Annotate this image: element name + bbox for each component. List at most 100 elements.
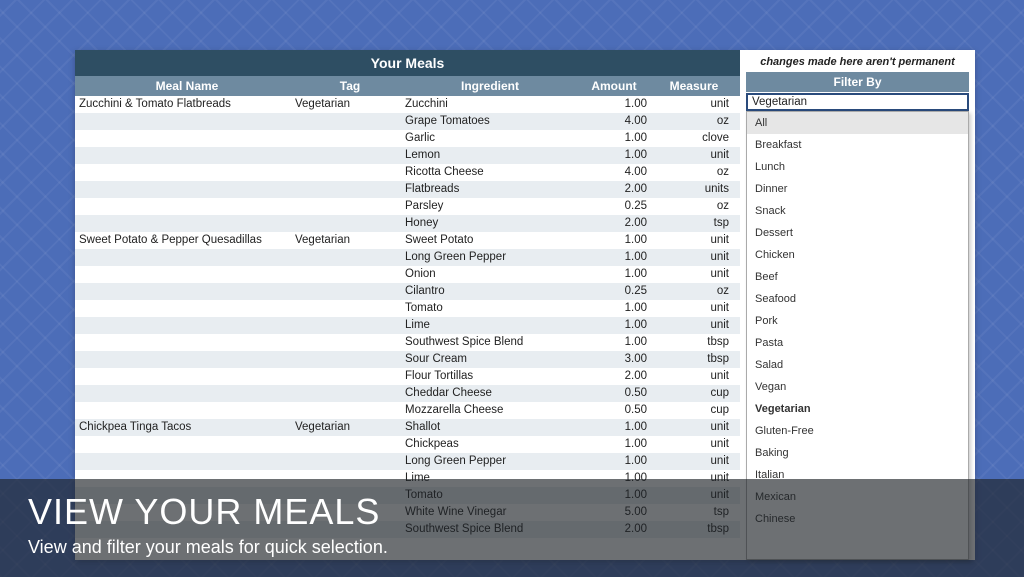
filter-option[interactable]: Dinner <box>747 178 968 200</box>
cell-measure[interactable]: cup <box>653 385 735 402</box>
cell-ingredient[interactable]: Shallot <box>405 419 575 436</box>
table-row[interactable]: Garlic1.00clove <box>75 130 740 147</box>
cell-amount[interactable]: 1.00 <box>575 334 653 351</box>
filter-option[interactable]: Dessert <box>747 222 968 244</box>
cell-ingredient[interactable]: Garlic <box>405 130 575 147</box>
cell-meal[interactable] <box>75 147 295 164</box>
table-row[interactable]: Ricotta Cheese4.00oz <box>75 164 740 181</box>
cell-measure[interactable]: oz <box>653 283 735 300</box>
cell-amount[interactable]: 1.00 <box>575 130 653 147</box>
cell-measure[interactable]: tbsp <box>653 334 735 351</box>
cell-tag[interactable] <box>295 198 405 215</box>
cell-amount[interactable]: 1.00 <box>575 232 653 249</box>
cell-tag[interactable] <box>295 453 405 470</box>
cell-amount[interactable]: 1.00 <box>575 147 653 164</box>
cell-tag[interactable] <box>295 181 405 198</box>
table-row[interactable]: Flatbreads2.00units <box>75 181 740 198</box>
cell-tag[interactable] <box>295 113 405 130</box>
cell-measure[interactable]: oz <box>653 164 735 181</box>
cell-ingredient[interactable]: Tomato <box>405 300 575 317</box>
cell-measure[interactable]: unit <box>653 317 735 334</box>
cell-meal[interactable] <box>75 351 295 368</box>
table-row[interactable]: Chickpeas1.00unit <box>75 436 740 453</box>
cell-meal[interactable] <box>75 453 295 470</box>
cell-tag[interactable]: Vegetarian <box>295 419 405 436</box>
cell-ingredient[interactable]: Lime <box>405 317 575 334</box>
cell-amount[interactable]: 2.00 <box>575 181 653 198</box>
table-row[interactable]: Sour Cream3.00tbsp <box>75 351 740 368</box>
cell-tag[interactable] <box>295 147 405 164</box>
table-row[interactable]: Flour Tortillas2.00unit <box>75 368 740 385</box>
cell-meal[interactable] <box>75 385 295 402</box>
cell-amount[interactable]: 1.00 <box>575 436 653 453</box>
cell-meal[interactable] <box>75 283 295 300</box>
cell-meal[interactable] <box>75 334 295 351</box>
filter-selected-cell[interactable]: Vegetarian <box>746 93 969 111</box>
cell-ingredient[interactable]: Long Green Pepper <box>405 453 575 470</box>
cell-amount[interactable]: 0.25 <box>575 283 653 300</box>
cell-amount[interactable]: 1.00 <box>575 96 653 113</box>
filter-option[interactable]: Pork <box>747 310 968 332</box>
table-row[interactable]: Honey2.00tsp <box>75 215 740 232</box>
cell-amount[interactable]: 0.50 <box>575 385 653 402</box>
cell-tag[interactable] <box>295 164 405 181</box>
table-row[interactable]: Grape Tomatoes4.00oz <box>75 113 740 130</box>
cell-meal[interactable] <box>75 198 295 215</box>
cell-amount[interactable]: 0.50 <box>575 402 653 419</box>
cell-measure[interactable]: unit <box>653 232 735 249</box>
cell-measure[interactable]: oz <box>653 113 735 130</box>
cell-tag[interactable] <box>295 300 405 317</box>
table-row[interactable]: Sweet Potato & Pepper QuesadillasVegetar… <box>75 232 740 249</box>
cell-ingredient[interactable]: Ricotta Cheese <box>405 164 575 181</box>
filter-option[interactable]: Vegan <box>747 376 968 398</box>
cell-measure[interactable]: cup <box>653 402 735 419</box>
cell-amount[interactable]: 2.00 <box>575 368 653 385</box>
table-row[interactable]: Parsley0.25oz <box>75 198 740 215</box>
cell-amount[interactable]: 1.00 <box>575 453 653 470</box>
cell-ingredient[interactable]: Cheddar Cheese <box>405 385 575 402</box>
cell-tag[interactable] <box>295 436 405 453</box>
cell-tag[interactable] <box>295 283 405 300</box>
table-row[interactable]: Mozzarella Cheese0.50cup <box>75 402 740 419</box>
cell-measure[interactable]: units <box>653 181 735 198</box>
cell-meal[interactable] <box>75 164 295 181</box>
table-row[interactable]: Cilantro0.25oz <box>75 283 740 300</box>
cell-measure[interactable]: tbsp <box>653 351 735 368</box>
cell-measure[interactable]: unit <box>653 368 735 385</box>
cell-meal[interactable] <box>75 317 295 334</box>
cell-ingredient[interactable]: Sweet Potato <box>405 232 575 249</box>
cell-measure[interactable]: oz <box>653 198 735 215</box>
filter-option[interactable]: All <box>747 112 968 134</box>
cell-amount[interactable]: 0.25 <box>575 198 653 215</box>
cell-tag[interactable] <box>295 130 405 147</box>
cell-tag[interactable] <box>295 266 405 283</box>
cell-tag[interactable] <box>295 385 405 402</box>
cell-ingredient[interactable]: Grape Tomatoes <box>405 113 575 130</box>
cell-meal[interactable] <box>75 300 295 317</box>
cell-meal[interactable] <box>75 436 295 453</box>
cell-ingredient[interactable]: Lemon <box>405 147 575 164</box>
cell-tag[interactable]: Vegetarian <box>295 96 405 113</box>
filter-option[interactable]: Baking <box>747 442 968 464</box>
cell-meal[interactable] <box>75 368 295 385</box>
cell-meal[interactable]: Sweet Potato & Pepper Quesadillas <box>75 232 295 249</box>
cell-amount[interactable]: 4.00 <box>575 164 653 181</box>
filter-option[interactable]: Vegetarian <box>747 398 968 420</box>
cell-meal[interactable]: Chickpea Tinga Tacos <box>75 419 295 436</box>
table-row[interactable]: Chickpea Tinga TacosVegetarianShallot1.0… <box>75 419 740 436</box>
cell-tag[interactable] <box>295 249 405 266</box>
table-row[interactable]: Cheddar Cheese0.50cup <box>75 385 740 402</box>
cell-amount[interactable]: 1.00 <box>575 419 653 436</box>
cell-measure[interactable]: unit <box>653 96 735 113</box>
cell-tag[interactable] <box>295 334 405 351</box>
table-row[interactable]: Southwest Spice Blend1.00tbsp <box>75 334 740 351</box>
cell-amount[interactable]: 1.00 <box>575 249 653 266</box>
cell-tag[interactable] <box>295 317 405 334</box>
cell-meal[interactable] <box>75 266 295 283</box>
cell-ingredient[interactable]: Honey <box>405 215 575 232</box>
cell-measure[interactable]: unit <box>653 436 735 453</box>
cell-meal[interactable]: Zucchini & Tomato Flatbreads <box>75 96 295 113</box>
cell-ingredient[interactable]: Sour Cream <box>405 351 575 368</box>
filter-option[interactable]: Pasta <box>747 332 968 354</box>
table-row[interactable]: Lime1.00unit <box>75 317 740 334</box>
